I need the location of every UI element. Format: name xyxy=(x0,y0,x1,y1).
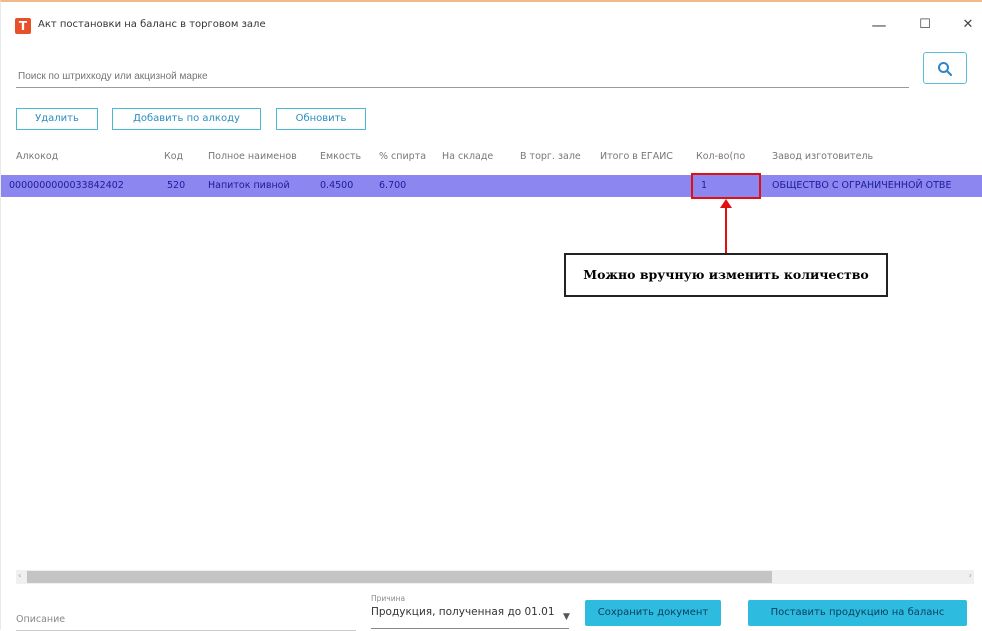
post-to-balance-button[interactable]: Поставить продукцию на баланс xyxy=(748,600,967,626)
search-input[interactable] xyxy=(16,66,909,88)
column-header[interactable]: % спирта xyxy=(379,151,426,162)
search-icon xyxy=(938,62,953,77)
column-header[interactable]: На складе xyxy=(442,151,493,162)
column-header[interactable]: Кол-во(по xyxy=(696,151,745,162)
cell-capacity[interactable]: 0.4500 xyxy=(320,180,353,191)
scrollbar-thumb[interactable] xyxy=(27,571,772,583)
refresh-button[interactable]: Обновить xyxy=(276,108,366,130)
cell-alcocode[interactable]: 0000000000033842402 xyxy=(9,180,124,191)
title-bar: Т Акт постановки на баланс в торговом за… xyxy=(1,4,982,40)
grid-header: Алкокод Код Полное наименов Емкость % сп… xyxy=(1,148,982,170)
save-document-button[interactable]: Сохранить документ xyxy=(585,600,721,626)
app-logo-icon: Т xyxy=(15,18,31,34)
scroll-right-icon[interactable]: › xyxy=(969,571,972,580)
column-header[interactable]: В торг. зале xyxy=(520,151,581,162)
app-window: Т Акт постановки на баланс в торговом за… xyxy=(0,0,982,631)
cell-alcohol[interactable]: 6.700 xyxy=(379,180,406,191)
chevron-down-icon[interactable]: ▼ xyxy=(563,612,570,622)
close-button[interactable]: ✕ xyxy=(956,13,980,37)
annotation-arrow xyxy=(725,206,727,254)
column-header[interactable]: Полное наименов xyxy=(208,151,297,162)
search-button[interactable] xyxy=(923,52,967,84)
reason-select[interactable]: Продукция, полученная до 01.01 xyxy=(371,606,569,629)
cell-name[interactable]: Напиток пивной xyxy=(208,180,290,191)
scroll-left-icon[interactable]: ‹ xyxy=(18,571,21,580)
table-row[interactable]: 0000000000033842402 520 Напиток пивной 0… xyxy=(1,175,982,197)
cell-manufacturer[interactable]: ОБЩЕСТВО С ОГРАНИЧЕННОЙ ОТВЕ xyxy=(772,180,951,191)
cell-code[interactable]: 520 xyxy=(167,180,185,191)
description-field[interactable]: Описание xyxy=(16,614,356,631)
column-header[interactable]: Алкокод xyxy=(16,151,58,162)
add-by-code-button[interactable]: Добавить по алкоду xyxy=(112,108,261,130)
column-header[interactable]: Емкость xyxy=(320,151,361,162)
maximize-button[interactable]: ☐ xyxy=(913,13,937,37)
column-header[interactable]: Итого в ЕГАИС xyxy=(600,151,673,162)
quantity-highlight xyxy=(691,173,761,199)
annotation-callout: Можно вручную изменить количество xyxy=(564,253,888,297)
window-title: Акт постановки на баланс в торговом зале xyxy=(38,19,266,30)
delete-button[interactable]: Удалить xyxy=(16,108,98,130)
horizontal-scrollbar[interactable]: ‹ › xyxy=(16,570,974,584)
minimize-button[interactable]: — xyxy=(867,13,891,37)
column-header[interactable]: Завод изготовитель xyxy=(772,151,873,162)
reason-label: Причина xyxy=(371,594,406,603)
column-header[interactable]: Код xyxy=(164,151,183,162)
